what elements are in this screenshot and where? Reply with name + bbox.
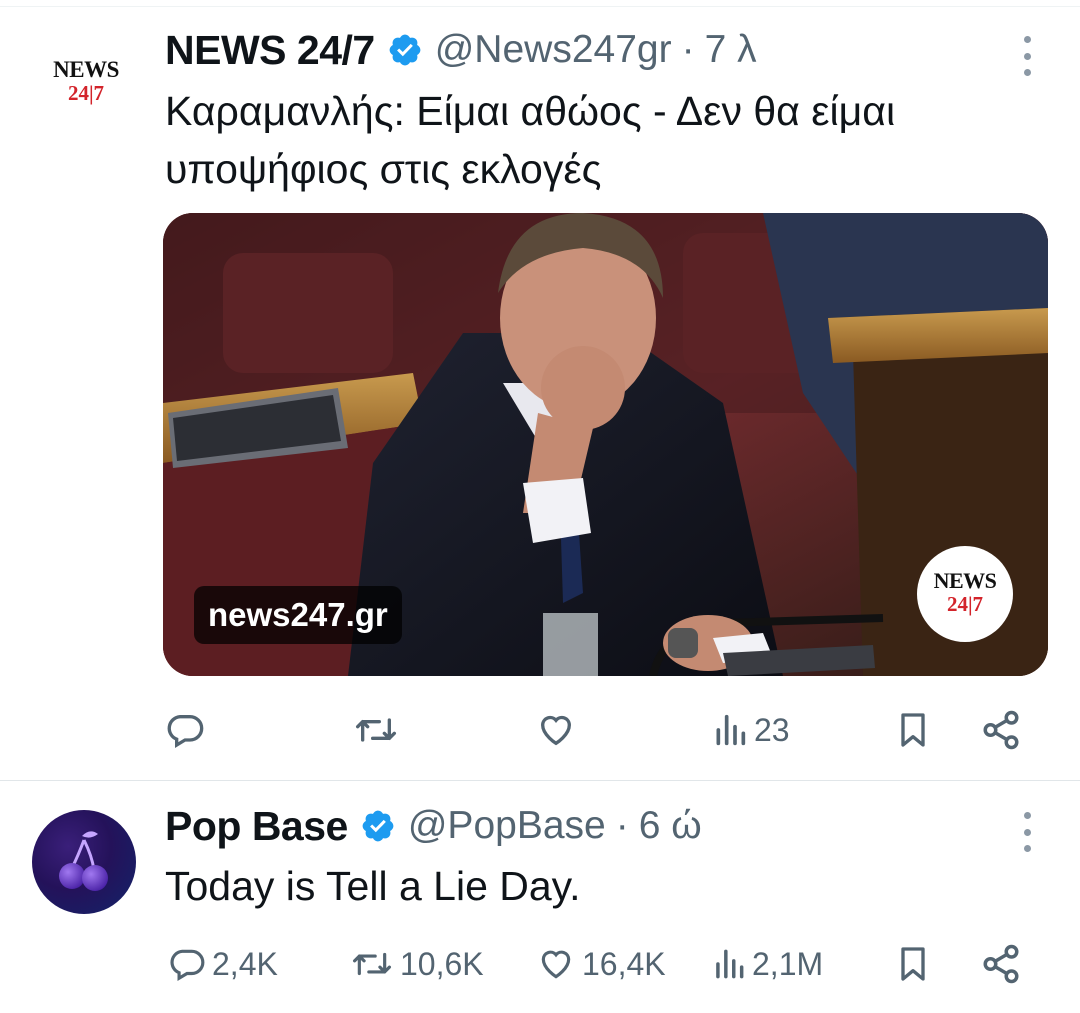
tweet-header: NEWS 24/7 @News247gr · 7 λ (165, 20, 757, 80)
more-icon[interactable] (1016, 36, 1038, 76)
link-domain[interactable]: news247.gr (194, 586, 402, 644)
reply-count: 2,4K (212, 945, 278, 982)
more-icon[interactable] (1016, 812, 1038, 852)
reply-icon (165, 710, 205, 750)
avatar[interactable] (32, 810, 136, 914)
author-handle[interactable]: @News247gr (435, 28, 672, 72)
bookmark-icon (893, 944, 933, 984)
share-icon (980, 709, 1022, 751)
retweet-icon (354, 710, 398, 750)
tweet-text: Καραμανλής: Είμαι αθώος - Δεν θα είμαι υ… (165, 88, 896, 192)
views-icon (712, 945, 746, 983)
like-icon (536, 945, 576, 983)
tweet-divider (0, 780, 1080, 781)
timestamp[interactable]: 7 λ (705, 28, 757, 72)
author-name[interactable]: Pop Base (165, 803, 348, 850)
avatar[interactable]: NEWS 24|7 (38, 58, 134, 118)
tweet-header: Pop Base @PopBase · 6 ώ (165, 796, 702, 856)
cherry-logo-icon (59, 831, 108, 891)
separator-dot: · (615, 804, 629, 847)
views-icon (712, 710, 748, 750)
timeline-feed: NEWS 24|7 NEWS 24/7 @News247gr · 7 λ Καρ… (0, 0, 1080, 1013)
reply-icon (168, 945, 206, 983)
separator-dot: · (681, 28, 695, 71)
link-card-image[interactable]: news247.gr NEWS 24|7 (163, 213, 1048, 676)
retweet-count: 10,6K (400, 945, 484, 982)
views-count: 23 (754, 711, 790, 748)
bookmark-icon (893, 710, 933, 750)
share-icon (980, 943, 1022, 985)
views-count: 2,1M (752, 945, 824, 982)
views-button[interactable]: 2,1M (712, 934, 823, 994)
avatar-logo-text: NEWS (53, 57, 119, 82)
tweet[interactable]: NEWS 24|7 NEWS 24/7 @News247gr · 7 λ Καρ… (0, 0, 1080, 780)
like-count: 16,4K (582, 945, 666, 982)
verified-badge-icon (387, 32, 423, 68)
media-watermark-logo: NEWS 24|7 (917, 546, 1013, 642)
like-button[interactable]: 16,4K (536, 934, 666, 994)
reply-button[interactable] (165, 700, 211, 760)
bookmark-button[interactable] (893, 700, 933, 760)
verified-badge-icon (360, 808, 396, 844)
author-name[interactable]: NEWS 24/7 (165, 27, 375, 74)
retweet-icon (350, 945, 394, 983)
retweet-button[interactable] (354, 700, 404, 760)
share-button[interactable] (980, 934, 1022, 994)
share-button[interactable] (980, 700, 1022, 760)
retweet-button[interactable]: 10,6K (350, 934, 484, 994)
tweet-actions: 2,4K 10,6K 16,4K 2,1M (0, 934, 1080, 994)
like-icon (535, 710, 577, 750)
author-handle[interactable]: @PopBase (408, 804, 606, 848)
tweet-actions: 23 (0, 700, 1080, 760)
avatar-logo-text: 24|7 (67, 81, 105, 105)
timestamp[interactable]: 6 ώ (639, 804, 702, 848)
tweet-text: Today is Tell a Lie Day. (165, 863, 581, 909)
reply-button[interactable]: 2,4K (168, 934, 278, 994)
bookmark-button[interactable] (893, 934, 933, 994)
like-button[interactable] (535, 700, 583, 760)
views-button[interactable]: 23 (712, 700, 790, 760)
